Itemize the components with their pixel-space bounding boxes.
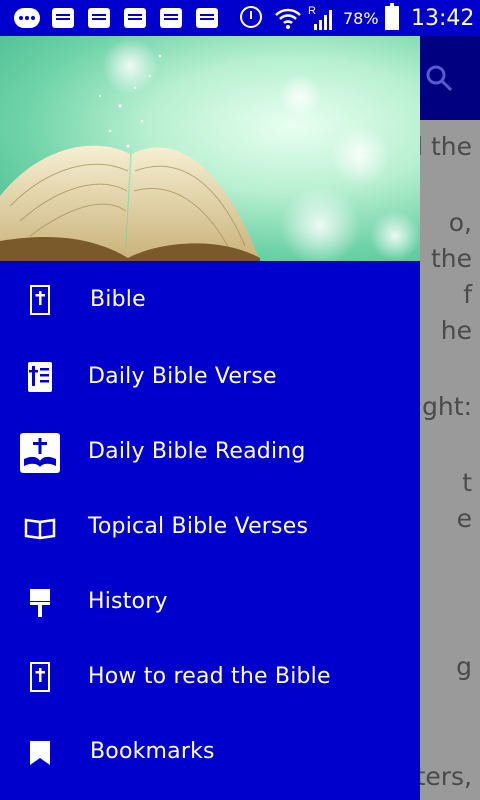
menu-item-topical-bible-verses[interactable]: Topical Bible Verses — [0, 490, 420, 565]
navigation-drawer: Bible Daily Bible Verse Daily Bible Read — [0, 36, 420, 800]
menu-item-daily-bible-verse[interactable]: Daily Bible Verse — [0, 340, 420, 415]
content-line: d the — [420, 132, 472, 161]
notification-icon — [160, 8, 182, 28]
open-book-icon — [24, 518, 56, 540]
bible-icon — [30, 285, 50, 315]
paint-roller-icon — [30, 589, 50, 617]
menu-label: Daily Bible Verse — [88, 364, 277, 389]
content-line: the — [430, 244, 472, 273]
content-line: ght: — [422, 392, 472, 421]
notification-icon — [196, 8, 218, 28]
bible-icon — [30, 662, 50, 692]
menu-item-daily-bible-reading[interactable]: Daily Bible Reading — [0, 415, 420, 490]
message-notification-icon — [14, 8, 40, 28]
notification-icon — [124, 8, 146, 28]
menu-item-bookmarks[interactable]: Bookmarks — [0, 715, 420, 790]
menu-label: Daily Bible Reading — [88, 439, 306, 464]
menu-label: Bible — [90, 287, 146, 312]
content-line: e — [456, 504, 472, 533]
battery-icon — [385, 3, 399, 30]
status-bar: R 78% 13:42 — [0, 0, 480, 36]
content-line: o, — [448, 208, 472, 237]
menu-item-how-to-read-the-bible[interactable]: How to read the Bible — [0, 640, 420, 715]
alarm-icon — [240, 6, 262, 28]
menu-label: Bookmarks — [90, 739, 215, 764]
verse-content: d the o, the f he ght: t e g ters, — [420, 120, 480, 800]
search-icon[interactable] — [425, 64, 453, 92]
content-line: t — [462, 468, 472, 497]
notification-icon — [52, 8, 74, 28]
signal-roaming-label: R — [308, 5, 316, 17]
bookmark-icon — [30, 741, 50, 765]
content-line: ters, — [420, 762, 472, 791]
menu-label: How to read the Bible — [88, 664, 331, 689]
daily-verse-icon — [28, 362, 52, 392]
notification-icon — [88, 8, 110, 28]
wifi-icon — [275, 8, 301, 29]
content-line: he — [440, 316, 472, 345]
content-line: f — [463, 280, 472, 309]
menu-label: Topical Bible Verses — [88, 514, 309, 539]
drawer-header-image — [0, 36, 420, 261]
battery-percent: 78% — [343, 9, 379, 28]
menu-item-bible[interactable]: Bible — [0, 263, 420, 338]
menu-item-history[interactable]: History — [0, 565, 420, 640]
menu-label: History — [88, 589, 168, 614]
content-line: g — [456, 652, 472, 681]
daily-reading-icon — [20, 433, 60, 473]
signal-icon: R — [308, 5, 332, 30]
status-time: 13:42 — [411, 6, 475, 31]
